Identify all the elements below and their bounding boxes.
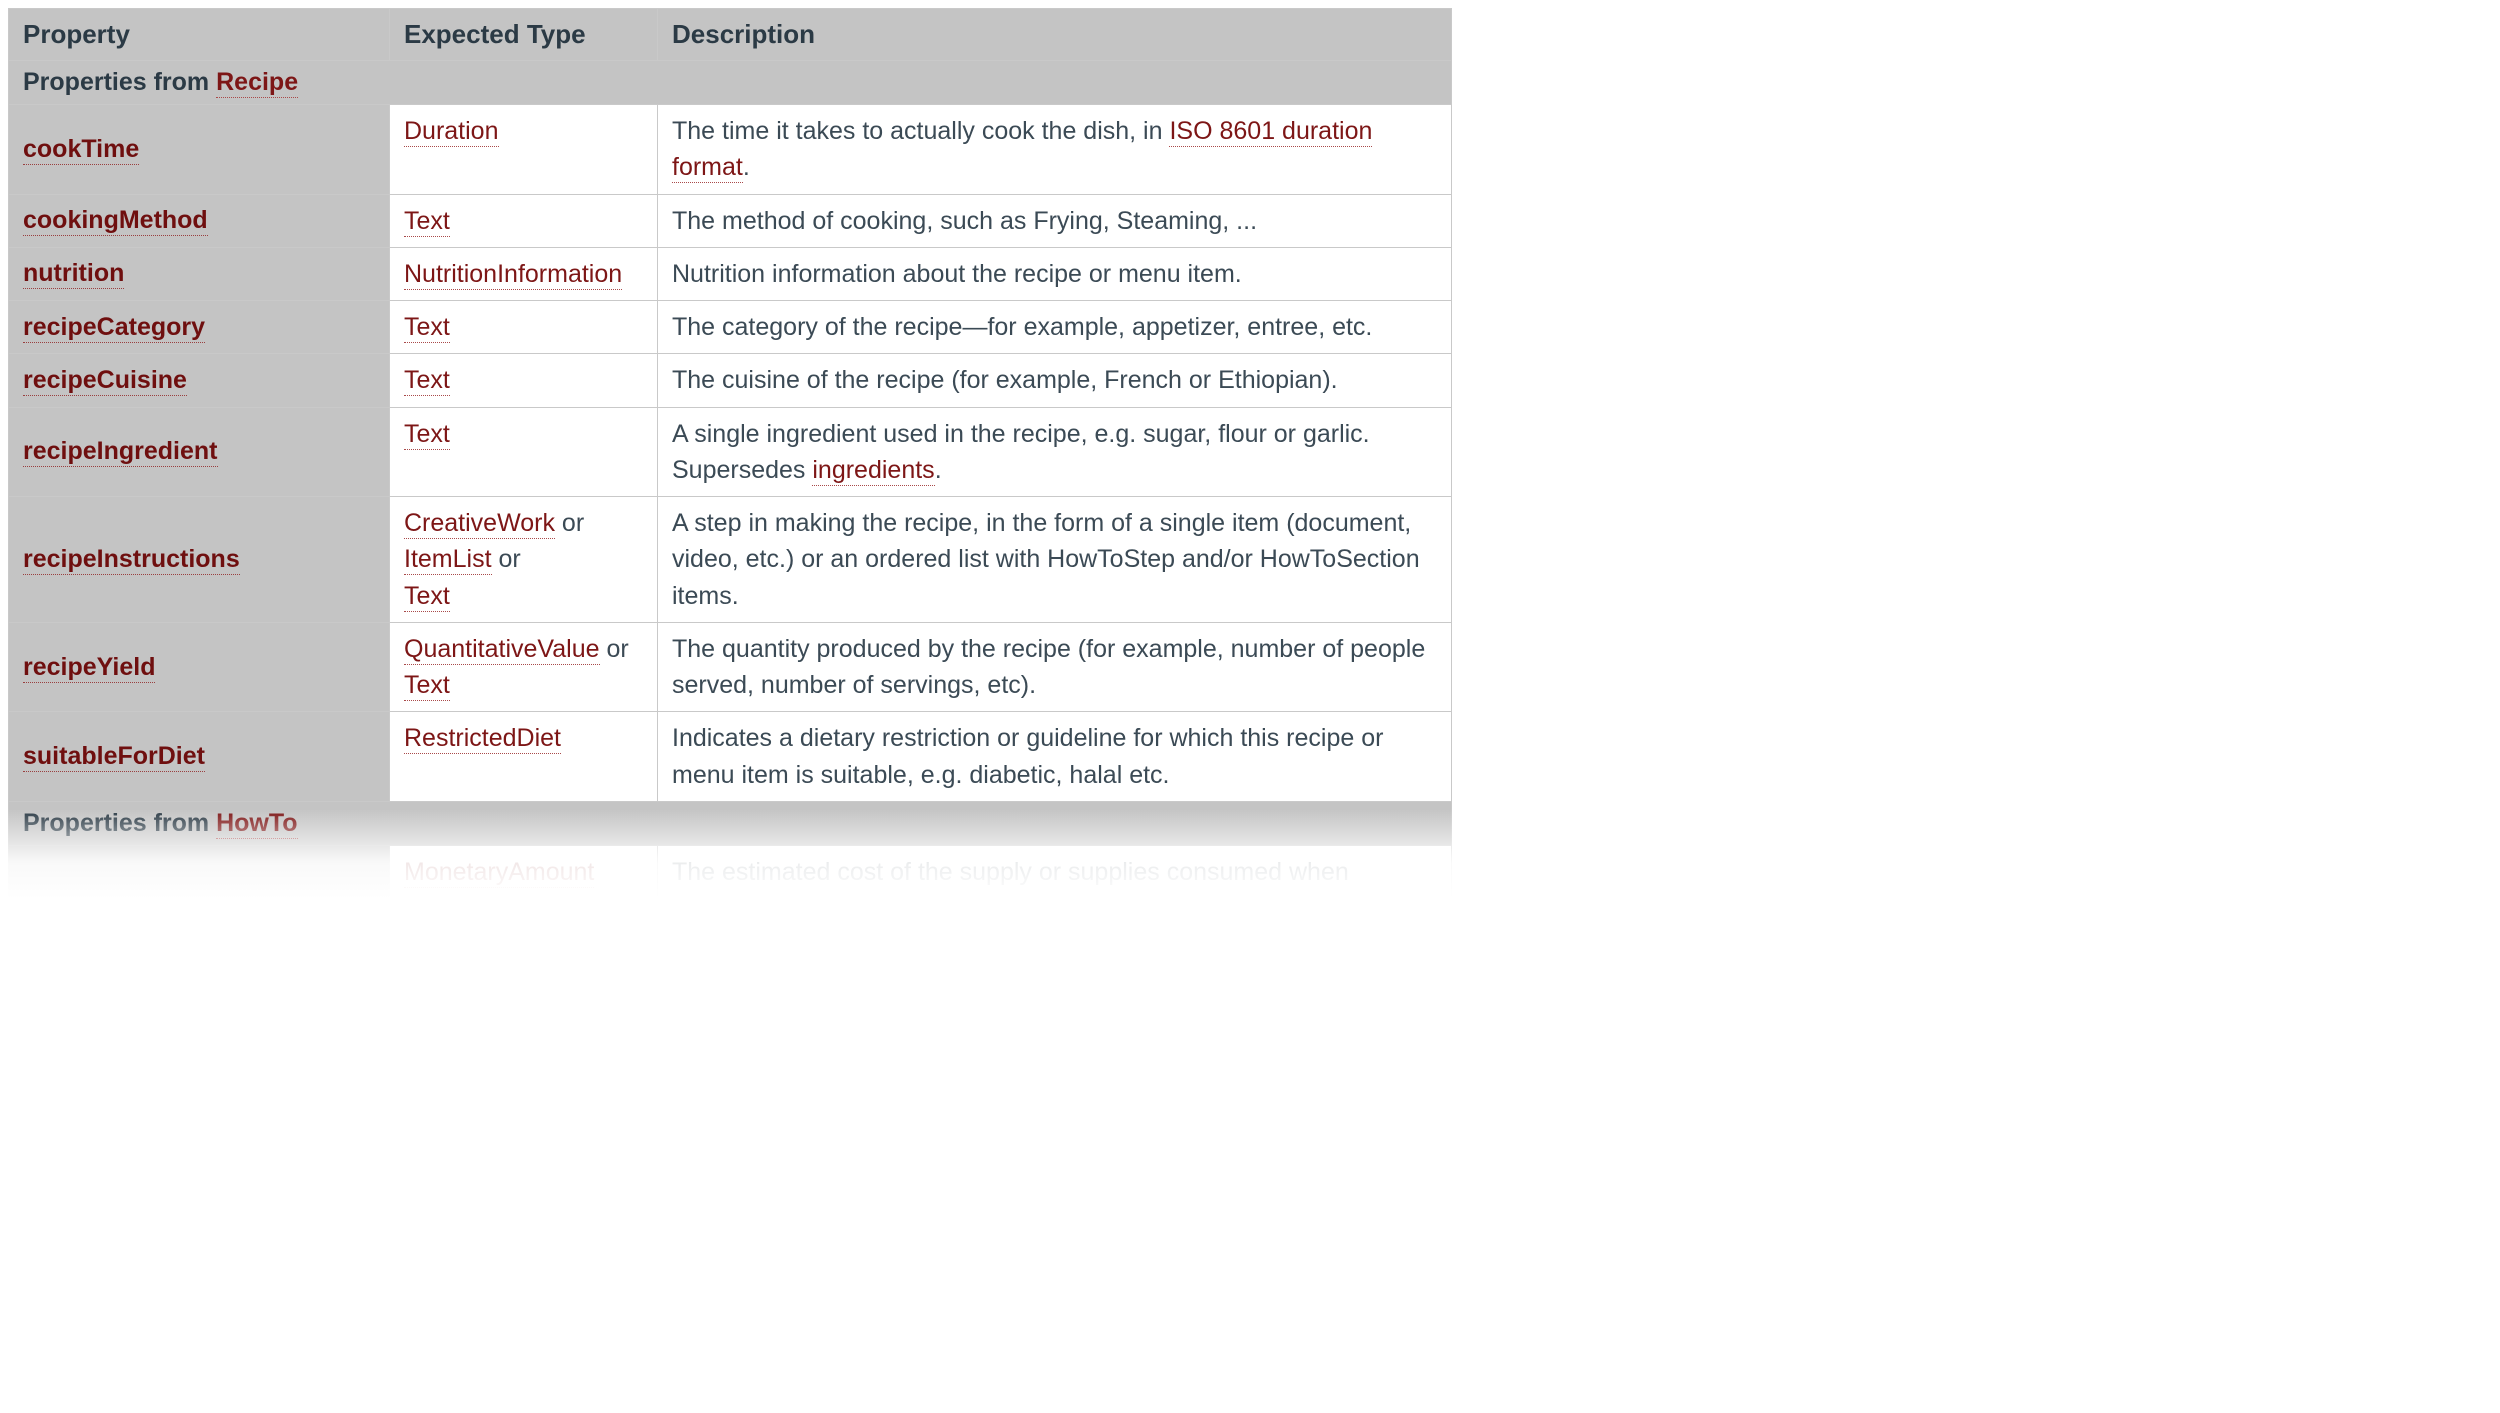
property-cell: recipeInstructions	[8, 497, 390, 623]
description-text: The category of the recipe—for example, …	[672, 313, 1372, 341]
expected-type-cell: Duration	[390, 105, 658, 195]
property-link[interactable]: cookingMethod	[23, 206, 208, 236]
description-cell: A single ingredient used in the recipe, …	[658, 408, 1452, 498]
expected-type-cell: RestrictedDiet	[390, 712, 658, 802]
description-cell: Indicates a dietary restriction or guide…	[658, 712, 1452, 802]
description-text: .	[935, 456, 942, 484]
description-cell: The time it takes to actually cook the d…	[658, 105, 1452, 195]
description-text: Nutrition information about the recipe o…	[672, 260, 1242, 288]
description-cell: The cuisine of the recipe (for example, …	[658, 354, 1452, 407]
expected-type-cell: NutritionInformation	[390, 248, 658, 301]
expected-type-cell: Text	[390, 408, 658, 498]
property-link[interactable]: cookTime	[23, 135, 139, 165]
section-title-link[interactable]: Recipe	[216, 68, 298, 98]
type-link[interactable]: ItemList	[404, 545, 492, 575]
expected-type-cell: MonetaryAmount	[390, 846, 658, 899]
section-header-cell: Properties from Recipe	[8, 61, 1452, 105]
type-or-separator: or	[492, 545, 521, 573]
col-header-description: Description	[658, 8, 1452, 61]
description-cell: A step in making the recipe, in the form…	[658, 497, 1452, 623]
section-header-row: Properties from HowTo	[8, 802, 1452, 846]
type-link[interactable]: Text	[404, 207, 450, 237]
property-row: recipeIngredient Text A single ingredient …	[8, 408, 1452, 498]
property-cell: recipeCuisine	[8, 354, 390, 407]
property-link[interactable]: recipeInstructions	[23, 545, 240, 575]
property-cell: suitableForDiet	[8, 712, 390, 802]
type-link[interactable]: RestrictedDiet	[404, 724, 561, 754]
description-cell: The quantity produced by the recipe (for…	[658, 623, 1452, 713]
description-cell: The category of the recipe—for example, …	[658, 301, 1452, 354]
property-row: suitableForDiet RestrictedDiet Indicates a…	[8, 712, 1452, 802]
type-or-separator: or	[555, 509, 584, 537]
property-link[interactable]: suitableForDiet	[23, 742, 205, 772]
description-text: Indicates a dietary restriction or guide…	[672, 724, 1383, 788]
type-link[interactable]: Text	[404, 366, 450, 396]
description-text: The time it takes to actually cook the d…	[672, 117, 1169, 145]
property-row: MonetaryAmount The estimated cost of the …	[8, 846, 1452, 899]
property-link[interactable]: nutrition	[23, 259, 124, 289]
type-link[interactable]: Text	[404, 313, 450, 343]
property-row: recipeInstructionsCreativeWork orItemLis…	[8, 497, 1452, 623]
property-cell: recipeYield	[8, 623, 390, 713]
property-cell: nutrition	[8, 248, 390, 301]
description-text: A step in making the recipe, in the form…	[672, 509, 1420, 610]
property-cell	[8, 846, 390, 899]
table-header-row: Property Expected Type Description	[8, 8, 1452, 61]
schema-properties-table-wrap: Property Expected Type Description Prope…	[8, 8, 1452, 899]
type-link[interactable]: QuantitativeValue	[404, 635, 600, 665]
section-header-cell: Properties from HowTo	[8, 802, 1452, 846]
description-cell: The method of cooking, such as Frying, S…	[658, 195, 1452, 248]
expected-type-cell: QuantitativeValue or Text	[390, 623, 658, 713]
type-or-separator: or	[600, 635, 629, 663]
section-title-link[interactable]: HowTo	[216, 809, 297, 839]
property-link[interactable]: recipeCuisine	[23, 366, 187, 396]
property-link[interactable]: recipeCategory	[23, 313, 205, 343]
description-link[interactable]: ingredients	[812, 456, 934, 486]
type-link[interactable]: Text	[404, 671, 450, 701]
schema-properties-table: Property Expected Type Description Prope…	[8, 8, 1452, 899]
description-text: A single ingredient used in the recipe, …	[672, 420, 1370, 484]
type-link[interactable]: Text	[404, 582, 450, 612]
description-text: The quantity produced by the recipe (for…	[672, 635, 1425, 699]
description-text: The cuisine of the recipe (for example, …	[672, 366, 1338, 394]
expected-type-cell: CreativeWork orItemList orText	[390, 497, 658, 623]
property-cell: cookingMethod	[8, 195, 390, 248]
col-header-property: Property	[8, 8, 390, 61]
property-row: recipeCategory Text The category of the re…	[8, 301, 1452, 354]
property-cell: recipeCategory	[8, 301, 390, 354]
property-row: nutrition NutritionInformation Nutrition i…	[8, 248, 1452, 301]
expected-type-cell: Text	[390, 354, 658, 407]
type-link[interactable]: Duration	[404, 117, 499, 147]
property-row: cookingMethod Text The method of cooking, …	[8, 195, 1452, 248]
section-title-prefix: Properties from	[23, 68, 216, 96]
property-link[interactable]: recipeIngredient	[23, 437, 218, 467]
description-cell: The estimated cost of the supply or supp…	[658, 846, 1452, 899]
description-text: .	[743, 153, 750, 181]
type-link[interactable]: Text	[404, 420, 450, 450]
property-row: recipeCuisine Text The cuisine of the reci…	[8, 354, 1452, 407]
expected-type-cell: Text	[390, 301, 658, 354]
property-cell: recipeIngredient	[8, 408, 390, 498]
description-text: The method of cooking, such as Frying, S…	[672, 207, 1257, 235]
section-header-row: Properties from Recipe	[8, 61, 1452, 105]
table-body: Properties from Recipe cookTime Duration Th…	[8, 61, 1452, 899]
property-cell: cookTime	[8, 105, 390, 195]
col-header-expected-type: Expected Type	[390, 8, 658, 61]
type-link[interactable]: MonetaryAmount	[404, 858, 594, 888]
section-title-prefix: Properties from	[23, 809, 216, 837]
description-text: The estimated cost of the supply or supp…	[672, 858, 1349, 886]
type-link[interactable]: CreativeWork	[404, 509, 555, 539]
property-row: recipeYield QuantitativeValue or Text The q…	[8, 623, 1452, 713]
description-cell: Nutrition information about the recipe o…	[658, 248, 1452, 301]
type-link[interactable]: NutritionInformation	[404, 260, 622, 290]
property-row: cookTime Duration The time it takes to act…	[8, 105, 1452, 195]
property-link[interactable]: recipeYield	[23, 653, 155, 683]
expected-type-cell: Text	[390, 195, 658, 248]
